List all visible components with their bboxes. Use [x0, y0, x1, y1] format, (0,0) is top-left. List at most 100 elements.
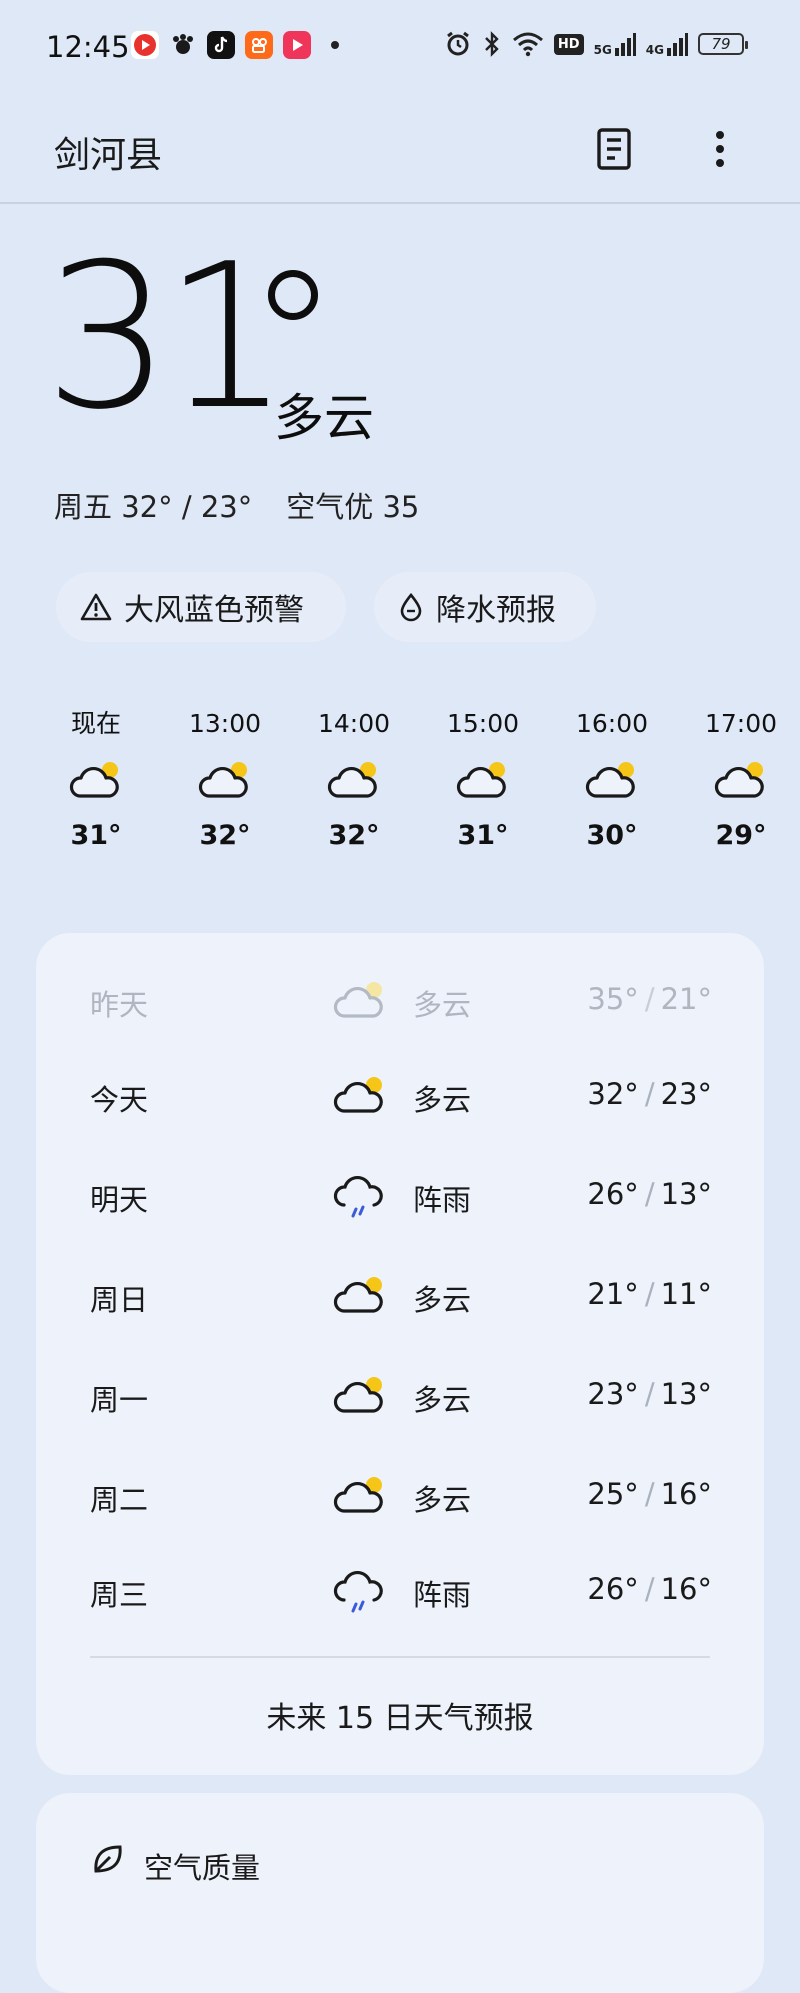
system-icons: HD 5G 4G 79	[444, 30, 748, 58]
day-name: 昨天	[90, 988, 149, 1022]
day-low: 13°	[660, 1377, 712, 1411]
wind-warning-pill[interactable]: 大风蓝色预警	[56, 572, 346, 642]
day-temps: 26°/16°	[587, 1572, 712, 1606]
day-name: 周日	[90, 1283, 149, 1317]
day-row-wednesday[interactable]: 周三 阵雨 26°/16°	[36, 1560, 764, 1620]
alarm-icon	[447, 31, 469, 56]
day-row-sunday[interactable]: 周日 多云 21°/11°	[36, 1265, 764, 1325]
app-kuaishou-icon	[245, 31, 273, 59]
air-quality-card[interactable]: 空气质量	[36, 1793, 764, 1993]
cloudy-sun-icon	[333, 1277, 383, 1313]
hour-temp: 32°	[199, 820, 251, 851]
day-temps: 21°/11°	[587, 1277, 712, 1311]
cloudy-sun-icon	[585, 762, 635, 798]
day-high: 26°	[587, 1177, 639, 1211]
signal-5g-icon: 5G	[594, 32, 636, 56]
cloudy-sun-icon	[198, 762, 248, 798]
status-bar: 12:45 HD 5G 4G 79	[0, 0, 800, 94]
day-low: 11°	[660, 1277, 712, 1311]
day-temps: 25°/16°	[587, 1477, 712, 1511]
fifteen-day-forecast-link[interactable]: 未来 15 日天气预报	[36, 1693, 764, 1737]
hour-time: 15:00	[446, 709, 520, 738]
rain-forecast-label: 降水预报	[436, 593, 556, 628]
net-4g-label: 4G	[645, 43, 664, 57]
app-red-play-icon	[131, 31, 159, 59]
cloudy-sun-icon	[327, 762, 377, 798]
app-header: 剑河县	[0, 94, 800, 204]
today-range: 周五 32° / 23°	[54, 490, 253, 524]
day-low: 16°	[660, 1572, 712, 1606]
day-condition: 多云	[413, 1283, 472, 1317]
day-row-tomorrow[interactable]: 明天 阵雨 26°/13°	[36, 1165, 764, 1225]
city-building-icon	[597, 128, 631, 170]
cloudy-sun-icon	[333, 1477, 383, 1513]
daily-forecast-card: 昨天 多云 35°/21° 今天 多云 32°/23° 明天 阵雨 26°/13…	[36, 933, 764, 1775]
hour-time: 14:00	[317, 709, 391, 738]
day-high: 23°	[587, 1377, 639, 1411]
day-high: 26°	[587, 1572, 639, 1606]
city-list-button[interactable]	[589, 124, 639, 174]
today-summary: 周五 32° / 23° 空气优 35	[54, 484, 453, 526]
day-row-tuesday[interactable]: 周二 多云 25°/16°	[36, 1465, 764, 1525]
day-row-yesterday[interactable]: 昨天 多云 35°/21°	[36, 970, 764, 1030]
day-name: 周一	[90, 1383, 149, 1417]
air-quality-title: 空气质量	[144, 1851, 261, 1885]
day-name: 今天	[90, 1083, 149, 1117]
net-5g-label: 5G	[593, 43, 612, 57]
day-name: 明天	[90, 1183, 149, 1217]
hd-voice-icon: HD	[553, 33, 584, 55]
day-row-monday[interactable]: 周一 多云 23°/13°	[36, 1365, 764, 1425]
app-paw-icon	[169, 31, 197, 59]
bluetooth-icon	[485, 31, 499, 57]
more-vertical-icon	[716, 131, 724, 167]
day-low: 16°	[660, 1477, 712, 1511]
status-time: 12:45	[46, 30, 130, 64]
day-row-today[interactable]: 今天 多云 32°/23°	[36, 1065, 764, 1125]
hour-time: 现在	[70, 709, 121, 738]
degree-symbol	[268, 270, 318, 320]
cloudy-sun-icon	[333, 982, 383, 1018]
more-menu-button[interactable]	[695, 124, 745, 174]
leaf-icon	[94, 1845, 122, 1873]
wind-warning-label: 大风蓝色预警	[124, 593, 304, 628]
hour-time: 13:00	[188, 709, 262, 738]
hour-item: 现在 31°	[46, 706, 146, 854]
app-tiktok-icon	[207, 31, 235, 59]
hour-time: 16:00	[575, 709, 649, 738]
cloudy-sun-icon	[333, 1377, 383, 1413]
wifi-icon	[512, 32, 543, 57]
day-high: 25°	[587, 1477, 639, 1511]
more-notifications-dot	[331, 41, 339, 49]
rain-forecast-pill[interactable]: 降水预报	[374, 572, 596, 642]
day-condition: 阵雨	[413, 1578, 472, 1612]
cloudy-sun-icon	[456, 762, 506, 798]
signal-4g-icon: 4G	[646, 32, 688, 56]
card-divider	[90, 1656, 710, 1658]
cloudy-sun-icon	[333, 1077, 383, 1113]
hour-temp: 31°	[70, 820, 122, 851]
water-drop-icon	[400, 592, 422, 622]
day-condition: 多云	[413, 988, 472, 1022]
current-temperature: 31	[44, 221, 290, 454]
hour-item: 14:00 32°	[304, 706, 404, 854]
hour-temp: 32°	[328, 820, 380, 851]
day-high: 32°	[587, 1077, 639, 1111]
hour-temp: 31°	[457, 820, 509, 851]
hour-item: 16:00 30°	[562, 706, 662, 854]
hourly-forecast[interactable]: 现在 31° 13:00 32° 14:00 32° 15:00 31° 16:…	[36, 706, 796, 876]
day-name: 周三	[90, 1578, 149, 1612]
rain-cloud-icon	[333, 1570, 383, 1613]
day-temps: 35°/21°	[587, 982, 712, 1016]
day-condition: 多云	[413, 1383, 472, 1417]
day-temps: 23°/13°	[587, 1377, 712, 1411]
notification-icons	[131, 31, 339, 59]
hour-item: 13:00 32°	[175, 706, 275, 854]
city-name[interactable]: 剑河县	[54, 126, 162, 178]
hour-item: 15:00 31°	[433, 706, 533, 854]
day-high: 21°	[587, 1277, 639, 1311]
warning-triangle-icon	[80, 593, 112, 621]
air-quality-summary[interactable]: 空气优 35	[286, 490, 419, 524]
day-temps: 26°/13°	[587, 1177, 712, 1211]
day-condition: 多云	[413, 1483, 472, 1517]
day-condition: 多云	[413, 1083, 472, 1117]
